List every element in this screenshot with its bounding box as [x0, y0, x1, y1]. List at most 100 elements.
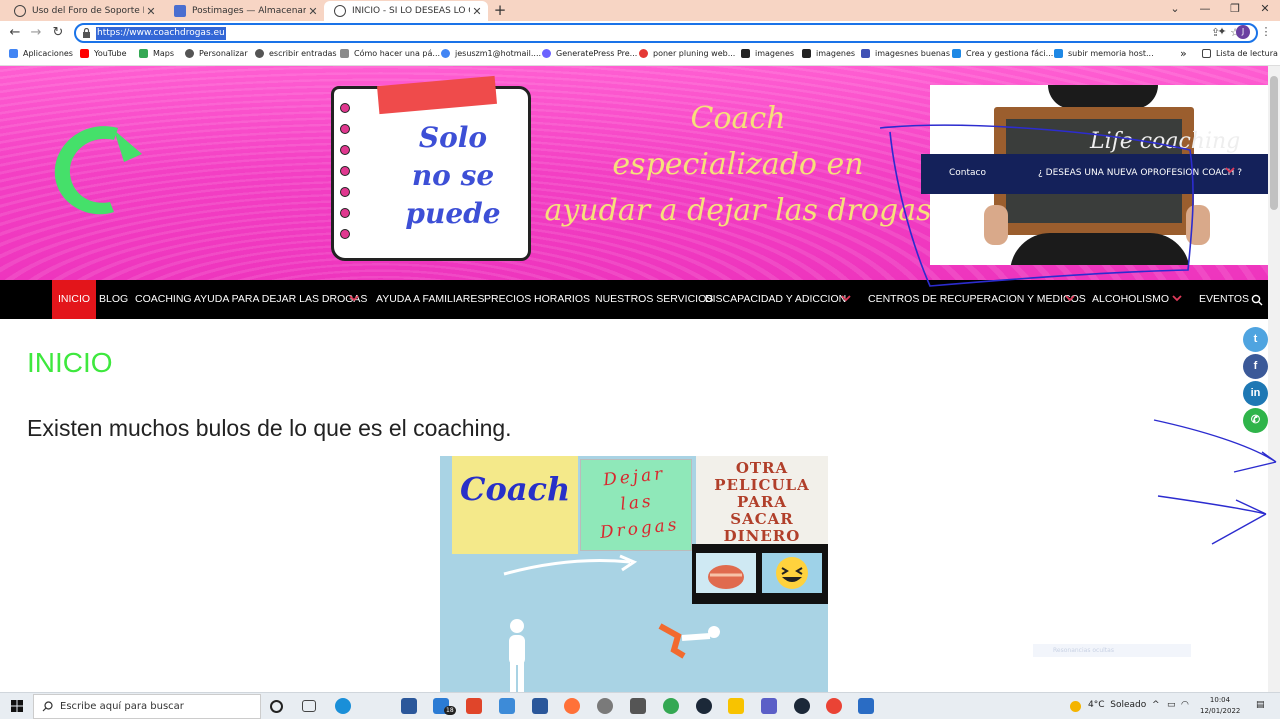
chrome-icon[interactable] — [663, 698, 679, 714]
browser-menu-icon[interactable]: ⋮ — [1259, 25, 1273, 39]
calculator-icon[interactable] — [630, 698, 646, 714]
store-icon[interactable] — [401, 698, 417, 714]
notes-icon[interactable] — [728, 698, 744, 714]
reading-list[interactable]: Lista de lectura — [1202, 49, 1278, 58]
wifi-icon[interactable]: ◠ — [1181, 700, 1189, 710]
film-strip-graphic — [692, 544, 828, 604]
sticky-text: OTRA PELICULA PARA SACAR DINERO — [696, 460, 828, 545]
nav-item-alcoholismo[interactable]: ALCOHOLISMO — [1092, 280, 1169, 319]
chevron-down-icon[interactable] — [840, 293, 852, 303]
nav-item-inicio[interactable]: INICIO — [52, 280, 97, 319]
site-logo-icon[interactable] — [40, 110, 156, 226]
linkedin-icon[interactable]: in — [1243, 381, 1268, 406]
bookmark-apps[interactable]: Aplicaciones — [9, 49, 73, 58]
bookmark-youtube[interactable]: YouTube — [80, 49, 127, 58]
extensions-icon[interactable]: ✦ — [1215, 25, 1229, 39]
whatsapp-icon[interactable]: ✆ — [1243, 408, 1268, 433]
forward-icon[interactable]: → — [27, 24, 45, 42]
back-icon[interactable]: ← — [6, 24, 24, 42]
tray-chevron-icon[interactable]: ^ — [1152, 700, 1160, 710]
nav-item-servicios[interactable]: NUESTROS SERVICIOS — [595, 280, 713, 319]
tab-close-icon[interactable]: ✕ — [470, 5, 484, 18]
teams-icon[interactable] — [761, 698, 777, 714]
app2-icon[interactable] — [597, 698, 613, 714]
task-view-icon[interactable] — [302, 700, 316, 712]
sticky-line: PELICULA — [714, 476, 810, 494]
restore-icon[interactable]: ❐ — [1220, 2, 1250, 15]
scrollbar-thumb[interactable] — [1270, 76, 1278, 210]
person-silhouette — [1048, 85, 1158, 109]
edge-icon[interactable] — [335, 698, 351, 714]
nav-item-precios[interactable]: PRECIOS — [484, 280, 531, 319]
nav-item-coaching[interactable]: COACHING AYUDA PARA DEJAR LAS DROGAS — [135, 280, 367, 319]
word-icon[interactable] — [532, 698, 548, 714]
page-scrollbar[interactable] — [1268, 66, 1280, 692]
chevron-down-icon[interactable] — [1224, 164, 1236, 176]
tab-close-icon[interactable]: ✕ — [144, 5, 158, 18]
bookmark-maps[interactable]: Maps — [139, 49, 174, 58]
bookmark-generatepress[interactable]: GeneratePress Pre... — [542, 49, 637, 58]
bookmark-hotmail[interactable]: jesuszm1@hotmail.... — [441, 49, 541, 58]
steam2-icon[interactable] — [794, 698, 810, 714]
search-icon[interactable] — [1251, 294, 1263, 306]
reload-icon[interactable]: ↻ — [49, 24, 67, 42]
taskbar-search-placeholder: Escribe aquí para buscar — [60, 701, 184, 712]
bookmark-imagesnes[interactable]: imagesnes buenas — [861, 49, 950, 58]
firefox-icon[interactable] — [564, 698, 580, 714]
chevron-down-icon[interactable] — [348, 293, 360, 303]
page-title: INICIO — [27, 347, 113, 378]
chevron-down-icon[interactable] — [1064, 293, 1076, 303]
weather-text[interactable]: 4°C Soleado — [1088, 700, 1146, 710]
note-paper-graphic: Solo no se puede — [331, 75, 531, 261]
battery-icon[interactable]: ▭ — [1167, 700, 1176, 710]
chevron-down-icon[interactable] — [1171, 293, 1183, 303]
bookmark-plugin[interactable]: poner pluning web... — [639, 49, 735, 58]
bookmark-subir[interactable]: subir memoria host... — [1054, 49, 1154, 58]
close-window-icon[interactable]: ✕ — [1250, 2, 1280, 15]
weather-sun-icon[interactable] — [1070, 701, 1081, 712]
tab-search-chevron-icon[interactable]: ⌄ — [1160, 2, 1190, 15]
facebook-icon[interactable]: f — [1243, 354, 1268, 379]
photos-icon[interactable] — [858, 698, 874, 714]
nav-item-horarios[interactable]: HORARIOS — [534, 280, 590, 319]
nav-item-centros[interactable]: CENTROS DE RECUPERACION Y MEDICOS — [868, 280, 1086, 319]
minimize-icon[interactable]: — — [1190, 2, 1220, 15]
bookmark-personalizar[interactable]: Personalizar — [185, 49, 248, 58]
browser-tab-2[interactable]: Postimages — Almacenamiento de imágenes … — [164, 1, 324, 21]
notifications-icon[interactable]: ▤ — [1256, 700, 1265, 710]
address-bar[interactable]: https://www.coachdrogas.eu ⇪☆ — [74, 23, 1258, 43]
profile-avatar[interactable]: J — [1236, 25, 1250, 39]
app-icon[interactable] — [499, 698, 515, 714]
taskbar-search-box[interactable]: Escribe aquí para buscar — [33, 694, 261, 719]
windows-start-icon[interactable] — [11, 700, 23, 712]
featured-image[interactable]: Coach Dejar las Drogas OTRA PELICULA PAR… — [440, 456, 828, 692]
tab-title: Postimages — Almacenamiento de imágenes — [192, 6, 306, 16]
hero-tagline: Coach especializado en ayudar a dejar la… — [544, 96, 931, 234]
browser-tab-3[interactable]: INICIO - SI LO DESEAS LO CONSIGUES ✕ — [324, 1, 488, 21]
bookmark-escribir[interactable]: escribir entradas — [255, 49, 337, 58]
tab-close-icon[interactable]: ✕ — [306, 5, 320, 18]
nav-item-discapacidad[interactable]: DISCAPACIDAD Y ADICCION — [705, 280, 846, 319]
new-tab-button[interactable]: + — [492, 1, 508, 19]
office-icon[interactable] — [466, 698, 482, 714]
bookmarks-overflow-icon[interactable]: » — [1180, 47, 1187, 60]
cortana-icon[interactable] — [270, 700, 283, 713]
clock-time: 10:04 — [1209, 696, 1231, 704]
dropdown-item-nueva-profesion[interactable]: ¿ DESEAS UNA NUEVA OPROFESION COACH ? — [1038, 168, 1242, 178]
twitter-icon[interactable]: t — [1243, 327, 1268, 352]
nav-item-eventos[interactable]: EVENTOS — [1199, 280, 1249, 319]
binder-ring — [340, 229, 350, 239]
bookmark-label: poner pluning web... — [653, 49, 736, 58]
bookmark-como-hacer[interactable]: Cómo hacer una pá... — [340, 49, 440, 58]
nav-item-ayuda-familiares[interactable]: AYUDA A FAMILIARES — [376, 280, 484, 319]
bookmark-imagenes-1[interactable]: imagenes — [741, 49, 794, 58]
url-text[interactable]: https://www.coachdrogas.eu — [96, 27, 226, 40]
browser-tab-1[interactable]: Uso del Foro de Soporte Premium ✕ — [4, 1, 162, 21]
dropdown-item-contaco[interactable]: Contaco — [949, 168, 986, 178]
chrome2-icon[interactable] — [826, 698, 842, 714]
steam-icon[interactable] — [696, 698, 712, 714]
bookmark-imagenes-2[interactable]: imagenes — [802, 49, 855, 58]
taskbar-clock[interactable]: 10:04 12/01/2022 — [1200, 695, 1240, 717]
bookmark-crea[interactable]: Crea y gestiona fáci... — [952, 49, 1053, 58]
nav-item-blog[interactable]: BLOG — [99, 280, 128, 319]
